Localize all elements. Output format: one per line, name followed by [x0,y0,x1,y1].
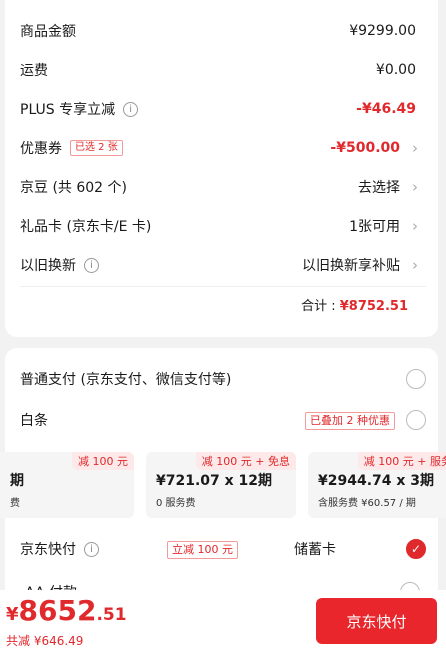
plus-discount-label: PLUS 专享立减 [20,102,116,118]
coupon-row[interactable]: 优惠券 已选 2 张 -¥500.00 › [20,133,420,163]
total-label: 合计 : [301,299,336,314]
tradein-label: 以旧换新 [20,258,76,274]
installment-plan-card[interactable]: 减 100 元 + 免息 ¥721.07 x 12期 0 服务费 [146,452,296,518]
divider [20,286,426,287]
giftcard-label: 礼品卡 (京东卡/E 卡) [20,219,152,235]
currency-symbol: ¥ [6,604,19,625]
shipping-row: 运费 ¥0.00 [20,55,420,85]
total-saved: 共减 ¥646.49 [6,634,84,648]
payment-option-normal[interactable]: 普通支付 (京东支付、微信支付等) [20,364,426,394]
plan-fee: 含服务费 ¥60.57 / 期 [318,498,416,509]
check-icon[interactable]: ✓ [406,539,426,559]
jingdou-row[interactable]: 京豆 (共 602 个) 去选择 › [20,172,420,202]
plus-discount-value: -¥46.49 [356,101,416,117]
chevron-right-icon: › [412,256,418,274]
payment-option-baitiao[interactable]: 白条 已叠加 2 种优惠 [20,405,426,435]
order-total: 合计 : ¥8752.51 [301,295,408,314]
plan-badge: 减 100 元 [72,452,134,470]
chevron-right-icon: › [412,139,418,157]
plus-discount-row: PLUS 专享立减 i -¥46.49 [20,94,420,124]
shipping-label: 运费 [20,63,48,79]
chevron-right-icon: › [412,217,418,235]
coupon-label: 优惠券 [20,141,62,157]
radio-button[interactable] [406,410,426,430]
info-icon[interactable]: i [84,541,99,557]
price-decimal: .51 [96,605,127,625]
plan-amount: ¥2944.74 x 3期 [318,473,435,489]
chevron-right-icon: › [412,178,418,196]
baitiao-discount-tag: 已叠加 2 种优惠 [305,412,395,430]
coupon-value: -¥500.00 [330,140,400,156]
plan-amount: ¥721.07 x 12期 [156,473,273,489]
shipping-value: ¥0.00 [375,62,416,78]
giftcard-value: 1张可用 [349,219,400,235]
giftcard-row[interactable]: 礼品卡 (京东卡/E 卡) 1张可用 › [20,211,420,241]
payment-option-quickpay[interactable]: 京东快付 i 立减 100 元 储蓄卡 ✓ [20,534,426,564]
payment-baitiao-label: 白条 [20,413,48,429]
plan-fee: 费 [10,498,20,509]
plan-amount: 期 [10,473,24,489]
installment-plans: 减 100 元 期 费 减 100 元 + 免息 ¥721.07 x 12期 0… [0,452,446,518]
plan-badge: 减 100 元 + 免息 [195,452,296,470]
info-icon[interactable]: i [84,257,99,273]
quickpay-card-label: 储蓄卡 [294,542,336,558]
payment-quickpay-label: 京东快付 [20,542,76,558]
pay-button[interactable]: 京东快付 [316,598,437,644]
payment-normal-label: 普通支付 (京东支付、微信支付等) [20,372,232,388]
tradein-row[interactable]: 以旧换新 i 以旧换新享补贴 › [20,250,420,280]
jingdou-label: 京豆 (共 602 个) [20,180,127,196]
radio-button[interactable] [406,369,426,389]
final-price: ¥ 8652 .51 [6,594,127,627]
goods-amount-value: ¥9299.00 [349,23,416,39]
jingdou-value: 去选择 [358,180,400,196]
goods-amount-label: 商品金额 [20,24,76,40]
goods-amount-row: 商品金额 ¥9299.00 [20,16,420,46]
quickpay-discount-tag: 立减 100 元 [167,541,238,559]
coupon-count-tag: 已选 2 张 [70,140,123,156]
tradein-value: 以旧换新享补贴 [302,258,400,274]
checkout-bar: ¥ 8652 .51 共减 ¥646.49 京东快付 [0,590,446,657]
installment-plan-card[interactable]: 减 100 元 + 服务 ¥2944.74 x 3期 含服务费 ¥60.57 /… [308,452,446,518]
total-value: ¥8752.51 [339,299,408,314]
info-icon[interactable]: i [123,101,139,117]
plan-badge: 减 100 元 + 服务 [357,452,446,470]
price-integer: 8652 [18,594,97,627]
installment-plan-card[interactable]: 减 100 元 期 费 [0,452,134,518]
plan-fee: 0 服务费 [156,498,196,509]
